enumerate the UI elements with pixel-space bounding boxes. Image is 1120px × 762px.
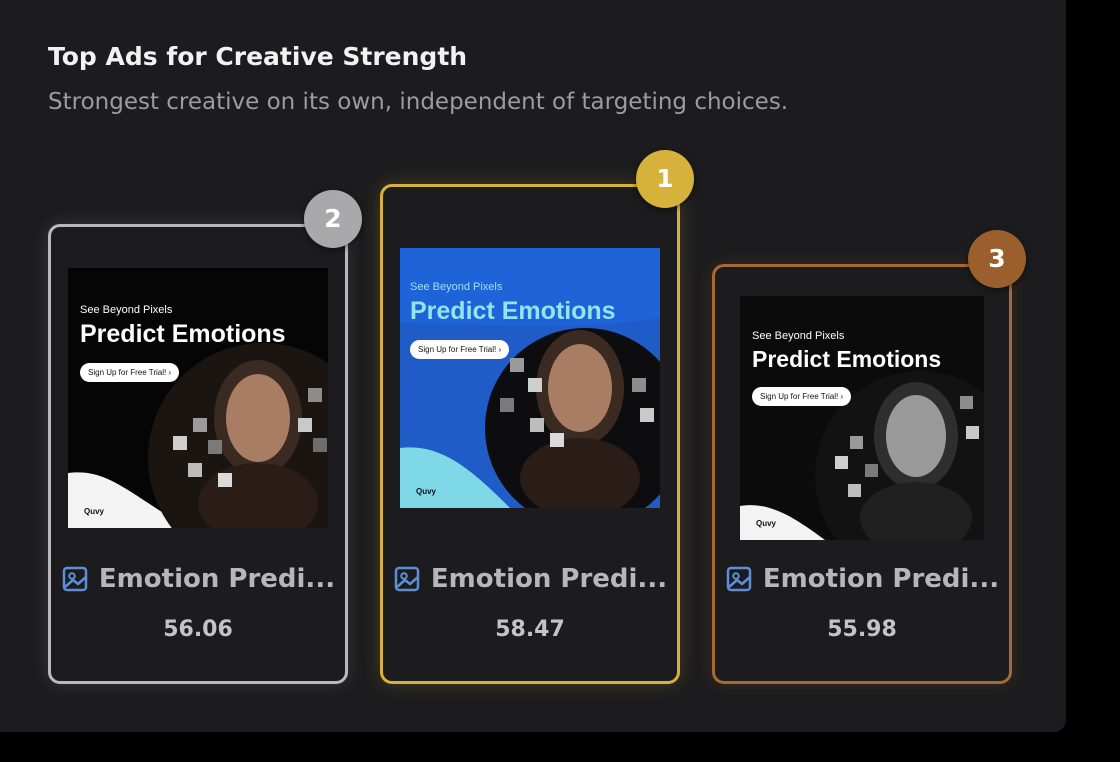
image-icon <box>62 566 88 592</box>
ad-name: Emotion Predi... <box>430 564 668 594</box>
ad-headline: Predict Emotions <box>752 346 942 372</box>
ad-thumbnail[interactable]: See Beyond Pixels Predict Emotions Sign … <box>68 268 328 528</box>
chevron-right-icon: › <box>168 368 172 377</box>
ad-text-overlay: See Beyond Pixels Predict Emotions Sign … <box>410 281 616 359</box>
ad-card-rank-2[interactable]: 2 See Beyond Pixels Predict Emotions Sig… <box>48 190 362 684</box>
image-icon <box>394 566 420 592</box>
ad-cta-button: Sign Up for Free Trial! › <box>80 363 180 382</box>
ad-headline: Predict Emotions <box>80 320 286 348</box>
ad-name-row: Emotion Predi... <box>51 564 345 594</box>
ad-cta-label: Sign Up for Free Trial! <box>418 345 497 354</box>
ad-name-row: Emotion Predi... <box>383 564 677 594</box>
ad-kicker: See Beyond Pixels <box>80 304 173 316</box>
ad-kicker: See Beyond Pixels <box>752 330 845 342</box>
section-subtitle: Strongest creative on its own, independe… <box>48 89 789 115</box>
rank-badge: 3 <box>968 230 1026 288</box>
ad-card-rank-1[interactable]: 1 See Beyond Pixels Predict Emotions Sig… <box>380 150 694 684</box>
ad-card-rank-3[interactable]: 3 See Beyond Pixels Predict Emotions Sig… <box>712 230 1026 684</box>
ad-cta-label: Sign Up for Free Trial! <box>88 368 167 377</box>
ad-cta-button: Sign Up for Free Trial! › <box>752 387 852 406</box>
ad-cta-label: Sign Up for Free Trial! <box>760 392 839 401</box>
ad-score: 56.06 <box>163 617 233 642</box>
rank-badge: 2 <box>304 190 362 248</box>
ad-name-row: Emotion Predi... <box>715 564 1009 594</box>
ad-name: Emotion Predi... <box>762 564 1000 594</box>
image-icon <box>726 566 752 592</box>
ad-cta-button: Sign Up for Free Trial! › <box>410 340 510 359</box>
ad-text-overlay: See Beyond Pixels Predict Emotions Sign … <box>80 304 286 382</box>
section-title: Top Ads for Creative Strength <box>48 42 468 71</box>
rank-badge: 1 <box>636 150 694 208</box>
ad-thumbnail[interactable]: See Beyond Pixels Predict Emotions Sign … <box>400 248 660 508</box>
ad-kicker: See Beyond Pixels <box>410 281 503 293</box>
chevron-right-icon: › <box>840 392 844 401</box>
chevron-right-icon: › <box>498 345 502 354</box>
ad-text-overlay: See Beyond Pixels Predict Emotions Sign … <box>752 330 941 406</box>
ad-thumbnail[interactable]: See Beyond Pixels Predict Emotions Sign … <box>740 296 984 540</box>
ad-headline: Predict Emotions <box>410 297 616 325</box>
ad-score: 58.47 <box>495 617 565 642</box>
ad-brand: Quvy <box>84 507 105 516</box>
ad-brand: Quvy <box>756 519 777 528</box>
ad-score: 55.98 <box>827 617 897 642</box>
top-ads-panel: Top Ads for Creative Strength Strongest … <box>0 0 1066 732</box>
ad-brand: Quvy <box>416 487 437 496</box>
ad-name: Emotion Predi... <box>98 564 336 594</box>
